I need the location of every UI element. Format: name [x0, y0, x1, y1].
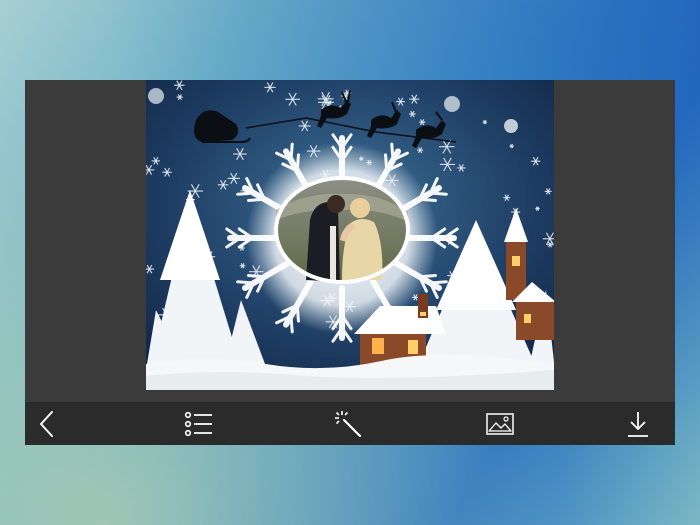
image-icon — [486, 412, 514, 435]
winter-frame-image — [146, 80, 554, 390]
magic-wand-button[interactable] — [326, 402, 370, 445]
back-button[interactable] — [25, 402, 69, 445]
app-screen — [25, 80, 675, 445]
magic-wand-icon — [335, 410, 362, 437]
image-button[interactable] — [478, 402, 522, 445]
framed-photo[interactable] — [146, 80, 554, 390]
couple-photo — [274, 176, 410, 284]
download-button[interactable] — [616, 402, 660, 445]
list-icon — [184, 411, 212, 436]
download-icon — [628, 411, 648, 437]
back-icon — [40, 410, 53, 437]
editor-canvas — [25, 80, 675, 402]
list-button[interactable] — [177, 402, 221, 445]
bottom-toolbar — [25, 402, 675, 445]
